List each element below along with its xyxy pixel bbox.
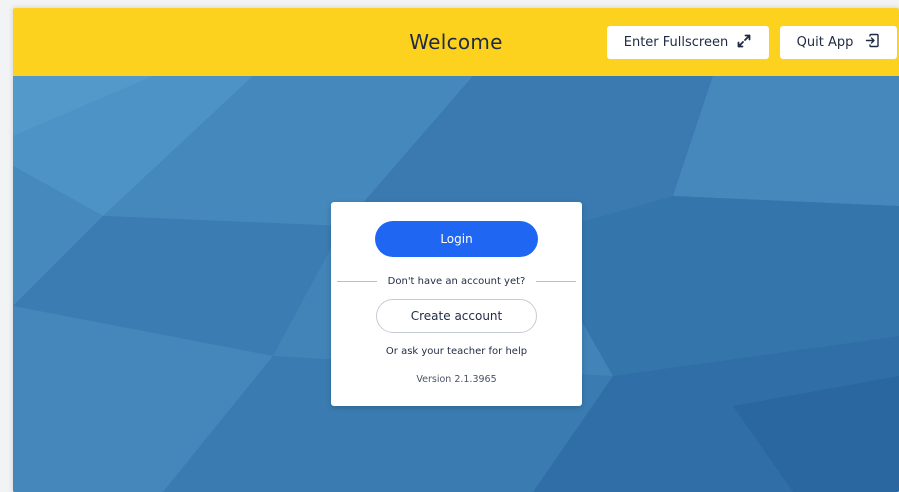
login-button[interactable]: Login <box>375 221 538 257</box>
header-bar: Welcome Enter Fullscreen Quit App <box>13 8 899 76</box>
quit-app-label: Quit App <box>796 35 854 50</box>
teacher-help-text: Or ask your teacher for help <box>385 346 528 357</box>
expand-arrows-icon <box>736 33 752 53</box>
login-card: Login Don't have an account yet? Create … <box>331 202 582 406</box>
app-window: Welcome Enter Fullscreen Quit App Login … <box>13 8 899 492</box>
quit-app-button[interactable]: Quit App <box>780 26 897 59</box>
divider: Don't have an account yet? <box>331 273 582 289</box>
version-label: Version 2.1.3965 <box>416 374 497 385</box>
enter-fullscreen-button[interactable]: Enter Fullscreen <box>607 26 769 59</box>
create-account-button[interactable]: Create account <box>376 299 537 333</box>
exit-icon <box>865 33 880 52</box>
enter-fullscreen-label: Enter Fullscreen <box>623 35 729 50</box>
no-account-text: Don't have an account yet? <box>387 275 526 287</box>
main-area: Login Don't have an account yet? Create … <box>13 76 899 492</box>
divider-line-right <box>536 280 577 282</box>
divider-line-left <box>336 280 377 282</box>
